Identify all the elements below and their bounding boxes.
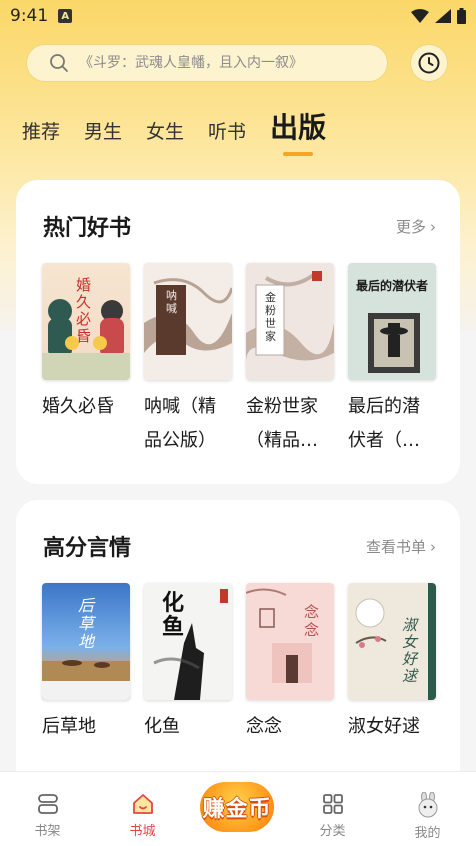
status-bar: 9:41 A [0,0,476,32]
chevron-right-icon: › [430,217,436,236]
book-item[interactable]: 最后的潜伏者 最后的潜伏者（… [348,263,436,458]
search-box[interactable] [26,44,388,82]
hot-books-card: 热门好书 更多 › 婚久必昏 婚久必昏 呐喊 呐喊（精品公版） 金粉世家 金粉世… [16,180,460,484]
book-item[interactable]: 婚久必昏 婚久必昏 [42,263,130,458]
book-cover: 呐喊 [144,263,232,380]
clock-icon [418,52,440,74]
battery-icon [457,8,466,24]
chevron-right-icon: › [430,537,436,556]
home-icon [132,794,153,814]
more-link[interactable]: 更多 › [396,216,436,237]
more-label: 更多 [395,218,426,236]
status-time: 9:41 [10,6,49,26]
book-list: 婚久必昏 婚久必昏 呐喊 呐喊（精品公版） 金粉世家 金粉世家（精品… 最后的潜… [42,263,450,458]
more-label: 查看书单 [365,538,426,556]
cover-title: 婚久必昏 [76,276,92,345]
avatar-icon [418,792,437,818]
tab-recommend[interactable]: 推荐 [22,117,60,152]
app-badge-icon: A [58,9,73,23]
book-cover: 念念 [246,583,334,700]
book-item[interactable]: 金粉世家 金粉世家（精品… [246,263,334,458]
cover-title: 念念 [304,603,320,639]
tab-male[interactable]: 男生 [84,117,122,152]
book-item[interactable]: 化鱼 化鱼 [144,583,232,744]
book-item[interactable]: 淑女好逑 淑女好逑 [348,583,436,744]
book-cover: 婚久必昏 [42,263,130,380]
cover-title: 化鱼 [162,590,185,640]
book-title: 最后的潜伏者（… [348,396,420,451]
cover-title: 后草地 [78,596,95,651]
book-item[interactable]: 念念 念念 [246,583,334,744]
nav-profile[interactable]: 我的 [380,772,475,846]
search-row [26,44,456,84]
status-icons [411,8,466,24]
book-cover: 化鱼 [144,583,232,700]
cover-title: 淑女好逑 [402,616,418,685]
book-cover: 最后的潜伏者 [348,263,436,380]
earn-coins-button[interactable]: 赚金币 [196,780,278,834]
book-item[interactable]: 后草地 后草地 [42,583,130,744]
nav-label: 我的 [414,826,441,841]
book-cover: 淑女好逑 [348,583,436,700]
cover-title: 呐喊 [166,289,177,315]
tab-female[interactable]: 女生 [146,117,184,152]
wifi-icon [411,9,429,23]
search-input[interactable] [79,55,369,71]
cover-title: 最后的潜伏者 [356,279,429,293]
book-list: 后草地 后草地 化鱼 化鱼 念念 念念 淑女好逑 淑女好逑 [42,583,450,744]
book-title: 后草地 [42,716,96,737]
nav-label: 分类 [319,824,346,839]
book-title: 化鱼 [144,716,180,737]
nav-label: 书城 [129,824,156,839]
grid-icon [322,794,343,814]
nav-category[interactable]: 分类 [285,772,380,846]
tab-published[interactable]: 出版 [270,106,326,152]
bookshelf-icon [37,794,58,814]
earn-label: 赚金币 [202,797,272,822]
book-title: 念念 [246,716,282,737]
category-tabs: 推荐 男生 女生 听书 出版 [22,108,350,152]
nav-bookshelf[interactable]: 书架 [0,772,95,846]
cover-art [144,278,232,355]
cover-title: 金粉世家 [265,291,276,343]
cover-art [246,583,334,700]
book-title: 呐喊（精品公版） [144,396,216,451]
book-cover: 金粉世家 [246,263,334,380]
nav-label: 书架 [34,824,61,839]
cover-art [355,583,436,700]
section-title: 高分言情 [43,536,132,561]
romance-card: 高分言情 查看书单 › 后草地 后草地 化鱼 化鱼 念念 念念 淑女好逑 淑女好… [16,500,460,800]
history-button[interactable] [410,44,448,82]
section-title: 热门好书 [43,216,132,241]
booklist-link[interactable]: 查看书单 › [366,536,436,557]
cover-art [246,271,334,363]
nav-bookstore[interactable]: 书城 [95,772,190,846]
book-item[interactable]: 呐喊 呐喊（精品公版） [144,263,232,458]
book-title: 婚久必昏 [42,396,114,417]
signal-icon [435,9,451,23]
book-title: 金粉世家（精品… [246,396,318,451]
search-icon [50,54,68,72]
book-title: 淑女好逑 [348,716,420,737]
book-cover: 后草地 [42,583,130,700]
tab-audio[interactable]: 听书 [208,117,246,152]
